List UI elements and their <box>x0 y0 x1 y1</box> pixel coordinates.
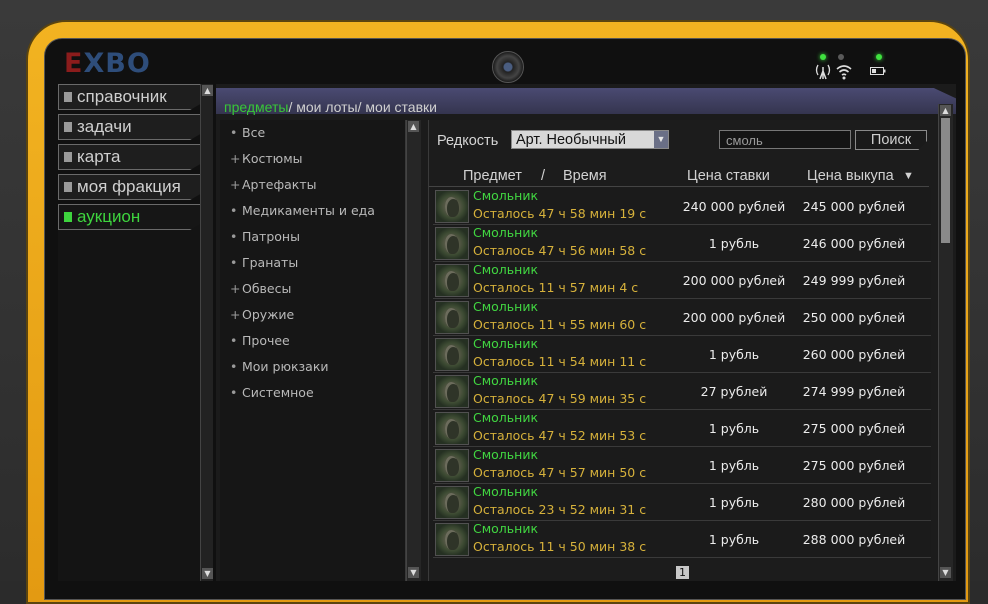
artifact-thumbnail <box>435 375 469 408</box>
category-list: • Все + Костюмы + Артефакты • Медикаменты и … <box>220 120 406 581</box>
tab-my-bids[interactable]: мои ставки <box>365 99 437 115</box>
table-row[interactable]: Смольник Осталось 47 ч 57 мин 50 с1 рубль… <box>433 447 931 484</box>
tab-items[interactable]: предметы <box>224 99 288 115</box>
sort-desc-icon[interactable]: ▼ <box>903 170 914 182</box>
search-button[interactable]: Поиск <box>855 130 927 150</box>
scroll-up-icon[interactable]: ▲ <box>408 121 419 132</box>
battery-icon <box>870 67 886 75</box>
rarity-label: Редкость <box>437 133 499 149</box>
status-led-icon <box>820 54 826 60</box>
column-item[interactable]: Предмет <box>463 168 522 184</box>
table-row[interactable]: Смольник Осталось 47 ч 58 мин 19 с 240 000… <box>433 188 931 225</box>
nav-item-reference[interactable]: справочник <box>58 84 200 110</box>
status-led-icon <box>876 54 882 60</box>
rarity-dropdown[interactable]: Арт. Необычный ▼ <box>511 130 669 149</box>
auction-panel: предметы/ мои лоты/ мои ставки • Все + Кос… <box>216 84 956 581</box>
table-row[interactable]: Смольник Осталось 11 ч 57 мин 4 с 200 000 … <box>433 262 931 299</box>
lot-table: Смольник Осталось 47 ч 58 мин 19 с 240 000… <box>433 188 931 558</box>
scroll-down-icon[interactable]: ▼ <box>202 568 213 579</box>
artifact-thumbnail <box>435 190 469 223</box>
table-header: Предмет / Время Цена ставки Цена выкупа … <box>429 166 929 187</box>
camera-icon <box>492 51 524 83</box>
category-weapons[interactable]: + Оружие <box>220 302 405 328</box>
table-row[interactable]: Смольник Осталось 11 ч 50 мин 38 с1 рубль… <box>433 521 931 558</box>
nav-bullet-icon <box>64 122 72 132</box>
page-number-button[interactable]: 1 <box>676 566 689 579</box>
tab-my-lots[interactable]: мои лоты <box>296 99 357 115</box>
search-input[interactable]: смоль <box>719 130 851 149</box>
table-row[interactable]: Смольник Осталось 11 ч 54 мин 11 с1 рубль… <box>433 336 931 373</box>
artifact-thumbnail <box>435 523 469 556</box>
wifi-icon <box>836 65 852 80</box>
nav-item-map[interactable]: карта <box>58 144 200 170</box>
column-bid-price[interactable]: Цена ставки <box>687 168 770 184</box>
category-suits[interactable]: + Костюмы <box>220 146 405 172</box>
sidebar-nav: справочник задачи карта моя фракция аукц… <box>58 84 200 234</box>
artifact-thumbnail <box>435 486 469 519</box>
signal-antenna-icon <box>815 64 831 80</box>
lot-list-area: Редкость Арт. Необычный ▼ смоль Поиск Пре… <box>428 120 937 581</box>
category-attachments[interactable]: + Обвесы <box>220 276 405 302</box>
category-all[interactable]: • Все <box>220 120 405 146</box>
nav-item-my-faction[interactable]: моя фракция <box>58 174 200 200</box>
nav-bullet-icon <box>64 182 72 192</box>
lot-list-scrollbar[interactable]: ▲ ▼ <box>938 104 953 581</box>
scroll-down-icon[interactable]: ▼ <box>408 567 419 578</box>
category-medicine[interactable]: • Медикаменты и еда <box>220 198 405 224</box>
nav-background <box>58 224 200 581</box>
category-artifacts[interactable]: + Артефакты <box>220 172 405 198</box>
scroll-down-icon[interactable]: ▼ <box>940 567 951 578</box>
exbo-logo: EXBO <box>64 48 151 79</box>
chevron-down-icon[interactable]: ▼ <box>654 131 668 148</box>
category-system[interactable]: • Системное <box>220 380 405 406</box>
nav-item-auction[interactable]: аукцион <box>58 204 200 230</box>
artifact-thumbnail <box>435 264 469 297</box>
nav-bullet-icon <box>64 92 72 102</box>
scroll-up-icon[interactable]: ▲ <box>202 85 213 96</box>
table-row[interactable]: Смольник Осталось 23 ч 52 мин 31 с1 рубль… <box>433 484 931 521</box>
table-row[interactable]: Смольник Осталось 47 ч 59 мин 35 с 27 рубл… <box>433 373 931 410</box>
artifact-thumbnail <box>435 227 469 260</box>
status-led-icon <box>838 54 844 60</box>
tabs: предметы/ мои лоты/ мои ставки <box>224 99 437 115</box>
artifact-thumbnail <box>435 338 469 371</box>
category-backpacks[interactable]: • Мои рюкзаки <box>220 354 405 380</box>
column-buyout-price[interactable]: Цена выкупа <box>807 168 894 184</box>
nav-bullet-icon <box>64 212 72 222</box>
nav-item-tasks[interactable]: задачи <box>58 114 200 140</box>
nav-scrollbar[interactable]: ▲ ▼ <box>200 84 213 581</box>
scroll-thumb[interactable] <box>941 118 950 243</box>
category-ammo[interactable]: • Патроны <box>220 224 405 250</box>
nav-bullet-icon <box>64 152 72 162</box>
artifact-thumbnail <box>435 412 469 445</box>
category-scrollbar[interactable]: ▲ ▼ <box>406 120 421 581</box>
artifact-thumbnail <box>435 449 469 482</box>
table-row[interactable]: Смольник Осталось 47 ч 56 мин 58 с1 рубль… <box>433 225 931 262</box>
artifact-thumbnail <box>435 301 469 334</box>
table-row[interactable]: Смольник Осталось 11 ч 55 мин 60 с 200 000… <box>433 299 931 336</box>
table-row[interactable]: Смольник Осталось 47 ч 52 мин 53 с1 рубль… <box>433 410 931 447</box>
category-other[interactable]: • Прочее <box>220 328 405 354</box>
category-grenades[interactable]: • Гранаты <box>220 250 405 276</box>
scroll-up-icon[interactable]: ▲ <box>940 105 951 116</box>
column-time[interactable]: Время <box>563 168 607 184</box>
